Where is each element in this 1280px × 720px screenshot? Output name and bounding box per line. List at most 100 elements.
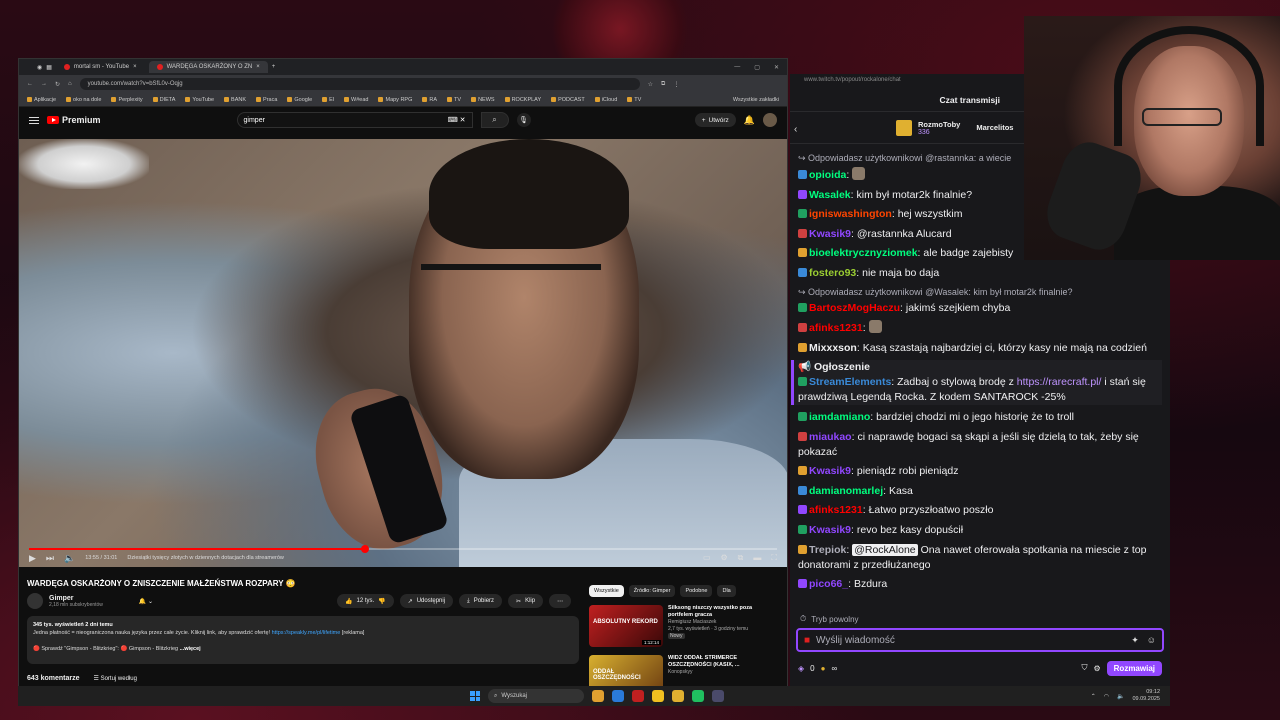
extensions-icon[interactable]: ⧉	[661, 81, 665, 88]
fullscreen-icon[interactable]: ⛶	[771, 553, 777, 563]
next-icon[interactable]: ⏭	[46, 553, 54, 564]
play-icon[interactable]: ▶	[29, 553, 36, 564]
bookmark-item[interactable]: BANK	[224, 97, 246, 103]
second-gifter[interactable]: Marcelitos	[976, 123, 1013, 132]
miniplayer-icon[interactable]: ⧉	[738, 553, 744, 563]
chat-message[interactable]: iamdamiano: bardziej chodzi mi o jego hi…	[798, 410, 1162, 425]
settings-icon[interactable]: ⚙	[721, 553, 728, 563]
sub-badge-icon[interactable]	[798, 170, 807, 179]
chat-message[interactable]: damianomarlej: Kasa	[798, 484, 1162, 499]
sub-badge-icon[interactable]	[798, 209, 807, 219]
bookmark-item[interactable]: Aplikacje	[27, 97, 56, 103]
bookmark-item[interactable]: iCloud	[594, 97, 617, 103]
chrome-icon[interactable]	[652, 690, 664, 702]
chat-username[interactable]: igniswashington	[809, 208, 892, 220]
sub-badge-icon[interactable]	[798, 579, 807, 589]
chat-username[interactable]: Kwasik9	[809, 228, 851, 240]
sub-badge-icon[interactable]	[798, 431, 807, 441]
wifi-icon[interactable]: ◠	[1104, 693, 1109, 700]
chat-settings-icon[interactable]: ⚙	[1093, 664, 1100, 673]
channel-points-icon[interactable]: ◈	[798, 664, 804, 673]
bookmark-item[interactable]: ROCKPLAY	[504, 97, 541, 103]
sub-badge-icon[interactable]	[798, 485, 807, 495]
subtitles-icon[interactable]: ▭	[703, 553, 711, 563]
sponsor-link[interactable]: https://speakly.me/pl/lifetime	[272, 630, 341, 636]
menu-icon[interactable]	[29, 116, 39, 124]
sub-badge-icon[interactable]	[798, 342, 807, 352]
bookmark-item[interactable]: Praca	[256, 97, 277, 103]
bookmark-item[interactable]: YouTube	[185, 97, 214, 103]
notifications-icon[interactable]: 🔔	[744, 115, 755, 126]
filter-chip[interactable]: Podobne	[680, 585, 713, 597]
chat-username[interactable]: afinks1231	[809, 504, 863, 516]
bookmark-item[interactable]: Mapy RPG	[378, 97, 412, 103]
bookmark-item[interactable]: TV	[627, 97, 641, 103]
sub-badge-icon[interactable]	[798, 466, 807, 476]
sub-badge-icon[interactable]	[798, 248, 807, 258]
sub-badge-icon[interactable]	[798, 267, 807, 277]
recommendation-item[interactable]: ABSOLUTNY REKORD 1:12:14 Silksong niszczy…	[589, 605, 769, 647]
reload-icon[interactable]: ↻	[55, 81, 60, 88]
share-button[interactable]: ↗ Udostępnij	[399, 594, 454, 608]
chat-message[interactable]: pico66_: Bzdura	[798, 577, 1162, 592]
bookmark-item[interactable]: Google	[287, 97, 312, 103]
all-bookmarks-button[interactable]: Wszystkie zakładki	[733, 97, 779, 103]
menu-dots-icon[interactable]: ⋮	[673, 81, 679, 88]
mic-icon[interactable]: 🎙	[516, 113, 531, 127]
clip-button[interactable]: ✂ Klip	[508, 594, 544, 608]
bookmark-item[interactable]: NEWS	[471, 97, 495, 103]
sub-badge-icon[interactable]	[798, 302, 807, 312]
chat-username[interactable]: Kwasik9	[809, 524, 851, 536]
browser-tab-2[interactable]: WARDĘGA OSKARŻONY O ZN ×	[148, 61, 268, 73]
collapse-chat-icon[interactable]: ‹	[794, 124, 797, 135]
emote-icon[interactable]	[852, 167, 866, 180]
bookmark-item[interactable]: oko na dole	[66, 97, 101, 103]
channel-avatar[interactable]	[27, 593, 43, 609]
bookmark-item[interactable]: Perplexity	[111, 97, 143, 103]
taskbar-clock[interactable]: 09:12 09.09.2025	[1132, 689, 1160, 703]
search-button[interactable]: ⌕	[480, 112, 509, 128]
chat-message[interactable]: fostero93: nie maja bo daja	[798, 266, 1162, 281]
minimize-icon[interactable]: —	[734, 64, 740, 71]
chat-message[interactable]: Trepiok: @RockAlone Ona nawet oferowała …	[798, 543, 1162, 573]
bookmark-item[interactable]: TV	[447, 97, 461, 103]
sort-comments-button[interactable]: ☰ Sortuj według	[94, 675, 137, 682]
bookmark-item[interactable]: PODCAST	[551, 97, 585, 103]
app-icon[interactable]	[672, 690, 684, 702]
bookmark-item[interactable]: DIETA	[152, 97, 175, 103]
back-icon[interactable]: ←	[27, 81, 33, 87]
clear-search-icon[interactable]: ⌨ ✕	[448, 116, 466, 124]
chat-username[interactable]: pico66_	[809, 578, 848, 590]
sub-badge-icon[interactable]	[798, 411, 807, 421]
volume-icon[interactable]: 🔈	[1117, 693, 1124, 700]
video-player[interactable]	[19, 139, 787, 567]
forward-icon[interactable]: →	[41, 81, 47, 87]
top-gifter[interactable]: RozmoToby	[918, 120, 960, 129]
sub-badge-icon[interactable]	[798, 323, 807, 333]
chat-username[interactable]: Mixxxson	[809, 342, 857, 354]
sub-badge-icon[interactable]	[798, 544, 807, 554]
tab-search-icon[interactable]: ◉	[37, 64, 42, 71]
chat-message[interactable]: BartoszMogHaczu: jakimś szejkiem chyba	[798, 301, 1162, 316]
taskbar-search[interactable]: ⌕ Wyszukaj	[488, 689, 584, 703]
chat-username[interactable]: opioida	[809, 169, 846, 181]
app-icon[interactable]	[712, 690, 724, 702]
chat-username[interactable]: bioelektrycznyziomek	[809, 247, 918, 259]
chat-message[interactable]: Kwasik9: revo bez kasy dopuścił	[798, 523, 1162, 538]
bookmark-item[interactable]: RA	[422, 97, 437, 103]
theater-icon[interactable]: ▬	[753, 553, 761, 563]
browser-tab-1[interactable]: mortal sm - YouTube ×	[56, 61, 145, 73]
url-input[interactable]: youtube.com/watch?v=bSfL0v-Oqjg	[79, 78, 640, 90]
thumbs-down-icon[interactable]: 👎	[378, 598, 385, 605]
announcement-link[interactable]: https://rarecraft.pl/	[1017, 376, 1102, 388]
more-actions-button[interactable]: ⋯	[549, 594, 572, 608]
bookmark-item[interactable]: W#ead	[344, 97, 368, 103]
mention[interactable]: @RockAlone	[852, 543, 918, 556]
subscribe-bell-icon[interactable]: 🔔 ⌄	[139, 598, 153, 605]
tray-chevron-icon[interactable]: ⌃	[1091, 693, 1096, 700]
close-icon[interactable]: ×	[133, 64, 137, 70]
chat-message[interactable]: Mixxxson: Kasą szastają najbardziej ci, …	[798, 341, 1162, 356]
sub-badge-icon[interactable]	[798, 524, 807, 534]
bookmark-item[interactable]: El	[322, 97, 334, 103]
star-icon[interactable]: ☆	[648, 81, 653, 88]
